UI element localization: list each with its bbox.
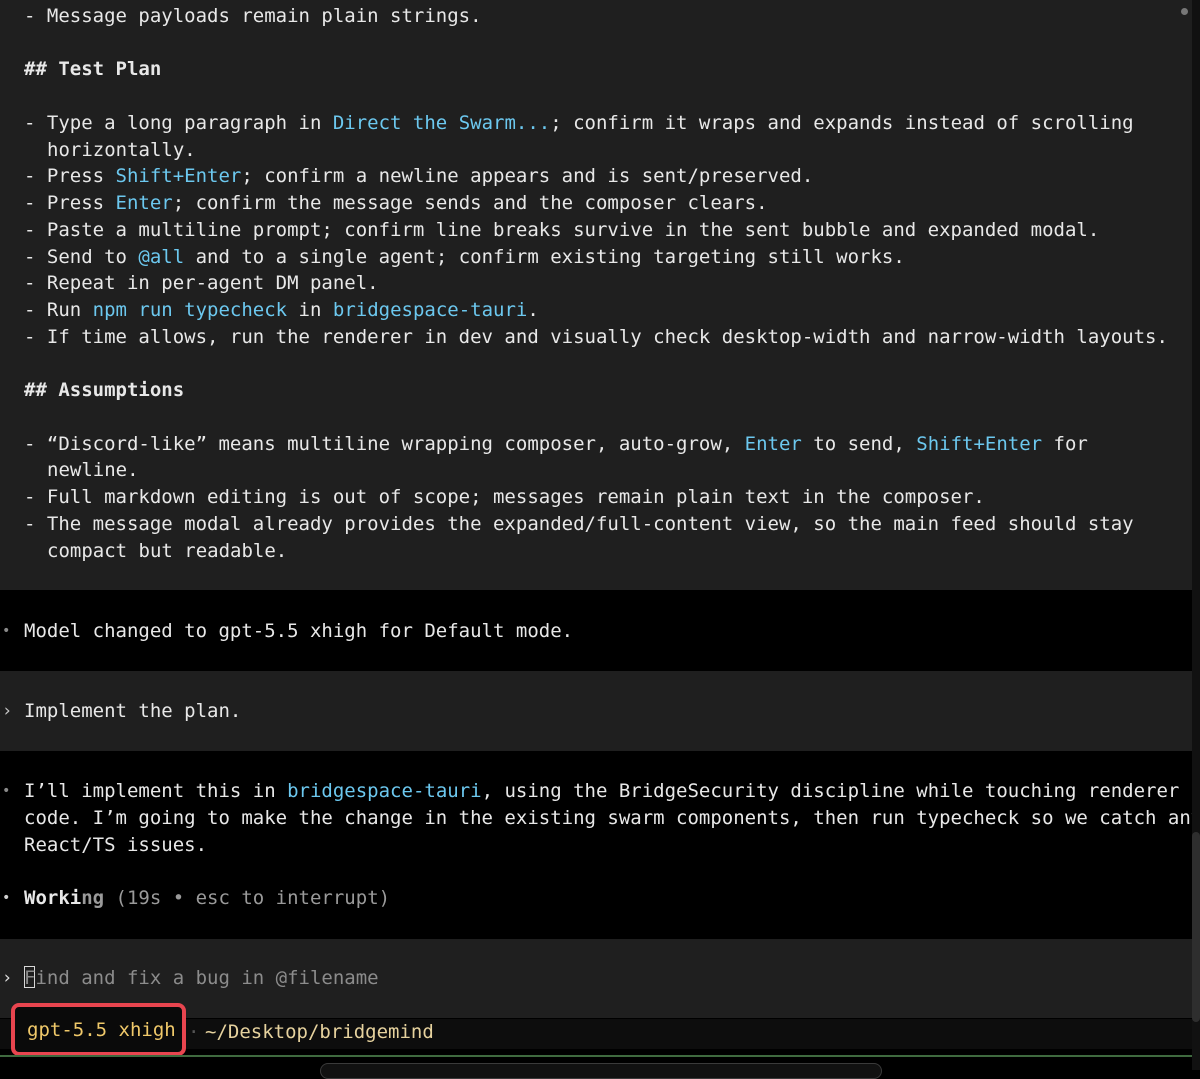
bullet-icon: •	[2, 783, 11, 799]
code-span: Direct the Swarm...	[332, 112, 551, 134]
code-span: bridgespace-tauri	[287, 780, 482, 802]
code-span: Shift+Enter	[916, 433, 1043, 455]
code-span: bridgespace-tauri	[332, 299, 528, 321]
bullet-icon: •	[2, 890, 11, 906]
code-span: Enter	[115, 192, 173, 214]
working-status: Working (19s • esc to interrupt)	[24, 887, 391, 909]
test-item-8: - If time allows, run the renderer in de…	[24, 326, 1168, 348]
user-prompt-block: › Implement the plan.	[0, 671, 1192, 751]
assistant-reply-line: React/TS issues.	[24, 834, 208, 856]
bottom-panel-handle[interactable]	[320, 1063, 882, 1079]
test-plan-heading: ## Test Plan	[24, 58, 162, 80]
terminal-window: - Message payloads remain plain strings.…	[0, 0, 1200, 1079]
test-item-7: - Run npm run typecheck in bridgespace-t…	[24, 299, 539, 321]
assumption-item-3-wrap: compact but readable.	[47, 540, 288, 562]
vertical-scrollbar[interactable]	[1192, 0, 1200, 1070]
test-item-6: - Repeat in per-agent DM panel.	[24, 272, 379, 294]
chevron-right-icon: ›	[2, 968, 13, 988]
code-span: @all	[138, 246, 185, 268]
code-span: Enter	[744, 433, 802, 455]
plan-text: - Message payloads remain plain strings.	[24, 5, 482, 27]
plan-line: - Message payloads remain plain strings.	[24, 3, 482, 30]
composer-placeholder[interactable]: Find and fix a bug in @filename	[24, 965, 379, 992]
test-item-4: - Paste a multiline prompt; confirm line…	[24, 219, 1100, 241]
assumption-item-1: - “Discord-like” means multiline wrappin…	[24, 433, 1088, 455]
assumption-item-2: - Full markdown editing is out of scope;…	[24, 486, 985, 508]
test-item-2: - Press Shift+Enter; confirm a newline a…	[24, 165, 814, 187]
user-prompt-text: Implement the plan.	[24, 700, 242, 722]
working-directory: ~/Desktop/bridgemind	[205, 1021, 434, 1043]
assumptions-heading: ## Assumptions	[24, 379, 185, 401]
test-item-5: - Send to @all and to a single agent; co…	[24, 246, 905, 268]
test-item-1: - Type a long paragraph in Direct the Sw…	[24, 112, 1134, 134]
bullet-icon: •	[2, 623, 11, 639]
model-changed-message: Model changed to gpt-5.5 xhigh for Defau…	[24, 620, 574, 642]
divider	[0, 1055, 1192, 1057]
model-indicator[interactable]: gpt-5.5 xhigh	[11, 1003, 186, 1056]
code-span: npm run typecheck	[92, 299, 288, 321]
chevron-right-icon: ›	[2, 701, 13, 721]
code-span: Shift+Enter	[115, 165, 242, 187]
plan-output-block: - Message payloads remain plain strings.…	[0, 0, 1192, 590]
assumption-item-1-wrap: newline.	[47, 459, 139, 481]
status-separator: ·	[188, 1021, 200, 1043]
assistant-reply-line: code. I’m going to make the change in th…	[24, 807, 1200, 829]
interrupt-hint: (19s • esc to interrupt)	[104, 887, 391, 909]
test-item-1-wrap: horizontally.	[47, 139, 196, 161]
test-item-3: - Press Enter; confirm the message sends…	[24, 192, 768, 214]
assumption-item-3: - The message modal already provides the…	[24, 513, 1134, 535]
scroll-indicator-icon	[1181, 8, 1188, 15]
model-label: gpt-5.5 xhigh	[27, 1019, 176, 1041]
scrollbar-thumb[interactable]	[1192, 832, 1200, 1022]
assistant-reply-line: I’ll implement this in bridgespace-tauri…	[24, 780, 1180, 802]
